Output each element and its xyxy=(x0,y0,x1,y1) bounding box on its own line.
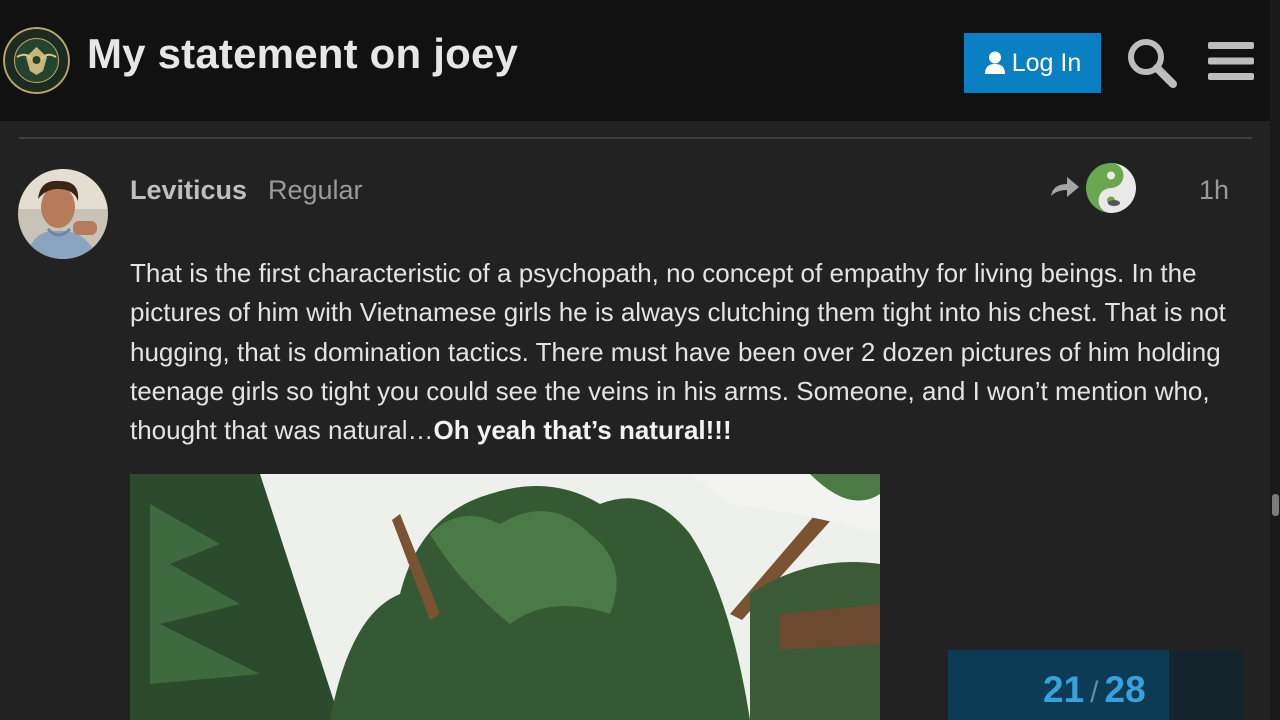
progress-current: 21 xyxy=(1043,669,1085,710)
user-avatar[interactable] xyxy=(18,169,108,259)
progress-counter: 21/28 xyxy=(1043,669,1146,711)
user-title: Regular xyxy=(268,175,363,205)
scrollbar-track[interactable] xyxy=(1270,0,1280,720)
topic-divider xyxy=(19,137,1252,139)
scrollbar-thumb[interactable] xyxy=(1272,494,1279,516)
reply-to-avatar[interactable] xyxy=(1086,163,1136,213)
post-image[interactable] xyxy=(130,474,880,720)
infowars-army-logo[interactable] xyxy=(3,27,70,94)
user-icon xyxy=(984,51,1005,74)
site-header: My statement on joey Log In xyxy=(0,0,1270,121)
post-body-bold: Oh yeah that’s natural!!! xyxy=(433,415,732,446)
topic-title[interactable]: My statement on joey xyxy=(87,30,518,78)
reply-arrow-icon[interactable] xyxy=(1049,174,1081,204)
post-date[interactable]: 1h xyxy=(1199,175,1229,206)
login-label: Log In xyxy=(1011,48,1082,77)
search-icon[interactable] xyxy=(1125,36,1177,88)
post-username[interactable]: Leviticus xyxy=(130,175,247,206)
progress-total: 28 xyxy=(1104,669,1146,710)
login-button[interactable]: Log In xyxy=(964,33,1101,93)
topic-progress[interactable]: 21/28 xyxy=(948,650,1243,720)
post-body: That is the first characteristic of a ps… xyxy=(130,254,1240,450)
progress-separator: / xyxy=(1090,676,1099,709)
hamburger-icon[interactable] xyxy=(1208,40,1254,82)
